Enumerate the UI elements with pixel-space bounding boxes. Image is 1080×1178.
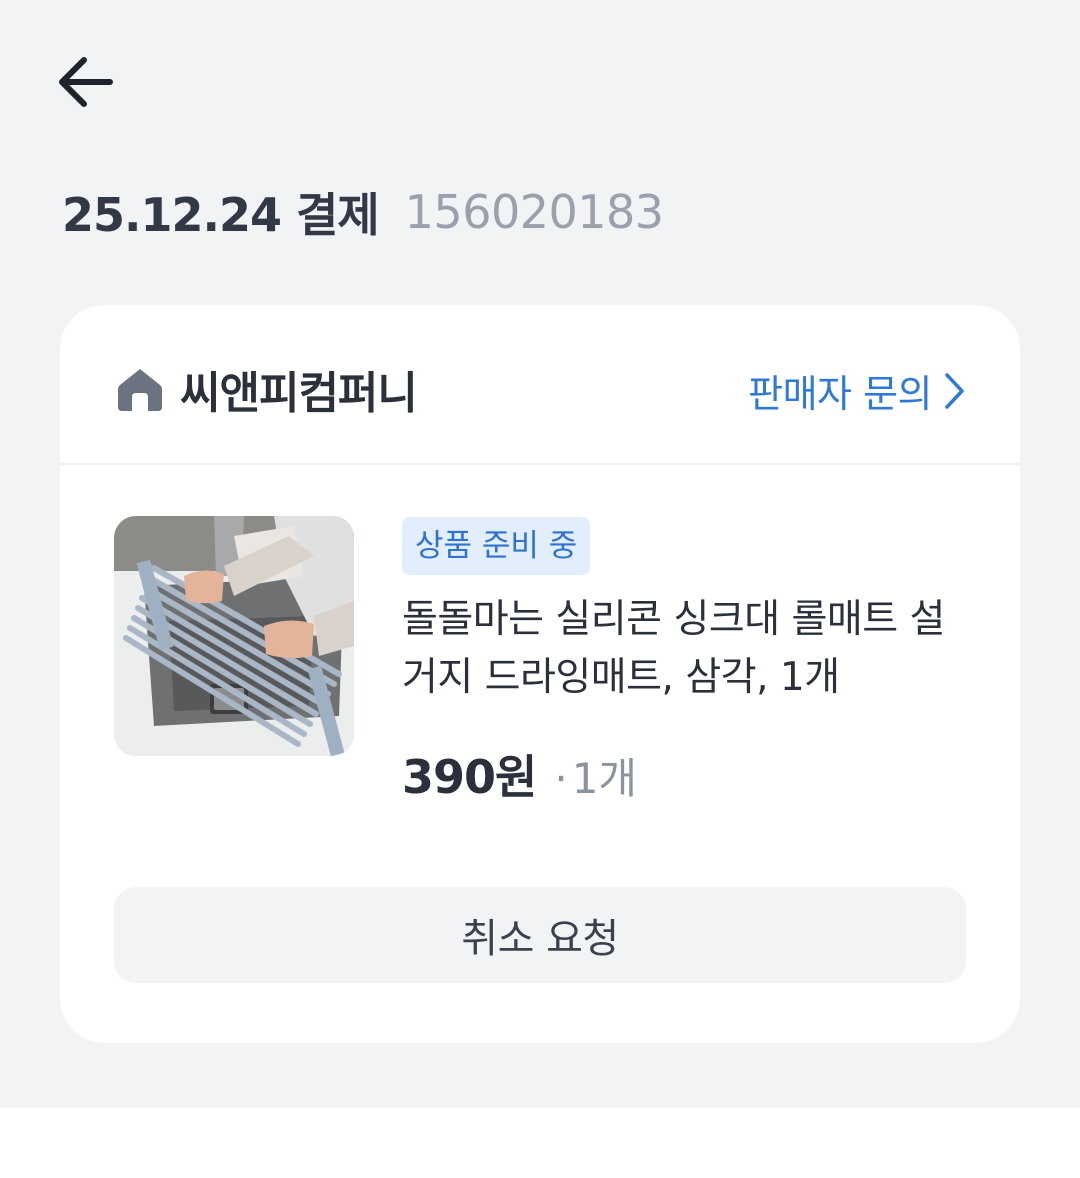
product-thumbnail[interactable] [114,516,354,756]
order-header: 25.12.24 결제 156020183 [62,180,664,244]
seller-inquiry-label: 판매자 문의 [748,372,932,416]
seller-inquiry-link[interactable]: 판매자 문의 [748,363,966,418]
product-image [114,516,354,756]
order-card: 씨앤피컴퍼니 판매자 문의 상품 준비 중 돌돌마는 실리콘 싱크대 롤매트 설… [60,305,1020,1043]
order-number: 156020183 [404,185,664,239]
chevron-right-icon [945,372,964,409]
order-date: 25.12.24 결제 [62,188,380,242]
cancel-request-button[interactable]: 취소 요청 [114,887,966,983]
status-badge: 상품 준비 중 [402,517,591,575]
arrow-left-icon [59,57,113,107]
product-quantity: 1개 [571,754,638,803]
home-icon [118,369,162,411]
product-name[interactable]: 돌돌마는 실리콘 싱크대 롤매트 설거지 드라잉매트, 삼각, 1개 [402,591,972,707]
separator-dot: · [554,754,568,803]
order-detail-screen: 25.12.24 결제 156020183 씨앤피컴퍼니 판매자 문의 상품 준… [0,0,1080,1108]
product-price: 390원 [402,750,537,804]
back-button[interactable] [50,46,122,118]
price-row: 390원 · 1개 [402,741,637,807]
seller-name: 씨앤피컴퍼니 [180,368,418,419]
bottom-area [0,1108,1080,1178]
seller-row: 씨앤피컴퍼니 판매자 문의 [60,305,1020,465]
